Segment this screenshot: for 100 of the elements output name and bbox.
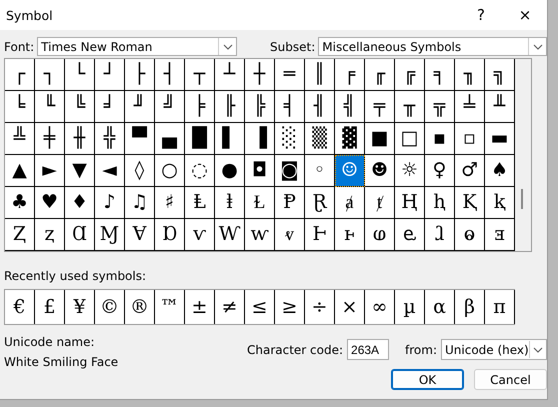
symbol-cell[interactable]: ╔ [395, 59, 425, 91]
symbol-cell[interactable]: ╛ [95, 91, 125, 123]
symbol-cell[interactable]: ┴ [215, 59, 245, 91]
symbol-cell[interactable]: ╤ [365, 91, 395, 123]
symbol-cell[interactable]: ▓ [335, 123, 365, 155]
symbol-cell[interactable]: Ⱨ [395, 187, 425, 219]
symbol-cell[interactable]: ╧ [455, 91, 485, 123]
symbol-cell[interactable]: █ [185, 123, 215, 155]
symbol-cell[interactable]: □ [395, 123, 425, 155]
symbol-cell[interactable]: ╓ [365, 59, 395, 91]
symbol-cell[interactable]: ☺ [335, 155, 365, 187]
symbol-cell[interactable]: ► [35, 155, 65, 187]
symbol-cell[interactable]: ♯ [155, 187, 185, 219]
symbol-cell[interactable]: ◦ [305, 155, 335, 187]
symbol-cell[interactable]: Ⱬ [5, 219, 35, 251]
symbol-cell[interactable]: Ɑ [65, 219, 95, 251]
symbol-cell[interactable]: ◄ [95, 155, 125, 187]
symbol-cell[interactable]: ▪ [425, 123, 455, 155]
symbol-cell[interactable]: ■ [365, 123, 395, 155]
symbol-cell[interactable]: ╜ [125, 91, 155, 123]
symbol-cell[interactable]: ▒ [305, 123, 335, 155]
symbol-cell[interactable]: ⱺ [455, 219, 485, 251]
symbol-cell[interactable]: Ɐ [125, 219, 155, 251]
symbol-cell[interactable]: ♠ [485, 155, 515, 187]
symbol-cell[interactable]: ╖ [455, 59, 485, 91]
symbol-cell[interactable]: ╣ [335, 91, 365, 123]
symbol-cell[interactable]: ╙ [35, 91, 65, 123]
from-dropdown[interactable]: Unicode (hex) [441, 339, 547, 360]
symbol-cell[interactable]: ☻ [365, 155, 395, 187]
dialog-button[interactable]: Cancel [474, 369, 547, 390]
symbol-cell[interactable]: ⱡ [215, 187, 245, 219]
dialog-button[interactable]: OK [391, 369, 464, 390]
symbol-cell[interactable]: ▲ [5, 155, 35, 187]
symbol-cell[interactable]: ● [215, 155, 245, 187]
symbol-cell[interactable]: Ɒ [155, 219, 185, 251]
symbol-cell[interactable]: ╦ [425, 91, 455, 123]
symbol-cell[interactable]: ═ [275, 59, 305, 91]
symbol-cell[interactable]: ┼ [245, 59, 275, 91]
symbol-cell[interactable]: ╕ [425, 59, 455, 91]
symbol-cell[interactable]: ⱹ [425, 219, 455, 251]
symbol-cell[interactable]: ⱱ [185, 219, 215, 251]
symbol-cell[interactable]: ┌ [5, 59, 35, 91]
symbol-cell[interactable]: ╗ [485, 59, 515, 91]
symbol-cell[interactable]: ╚ [65, 91, 95, 123]
symbol-cell[interactable]: ╢ [305, 91, 335, 123]
symbol-cell[interactable]: ▼ [65, 155, 95, 187]
subset-dropdown[interactable]: Miscellaneous Symbols [318, 37, 547, 56]
symbol-cell[interactable]: Ⱪ [455, 187, 485, 219]
symbol-cell[interactable]: ╞ [185, 91, 215, 123]
symbol-cell[interactable]: ⱳ [245, 219, 275, 251]
symbol-cell[interactable]: ⱦ [365, 187, 395, 219]
symbol-cell[interactable]: ◌ [185, 155, 215, 187]
symbol-cell[interactable]: ⱬ [35, 219, 65, 251]
symbol-cell[interactable]: ♀ [425, 155, 455, 187]
character-code-field[interactable]: 263A [347, 339, 390, 360]
symbol-cell[interactable]: ⱸ [395, 219, 425, 251]
help-button[interactable]: ? [459, 0, 503, 30]
symbol-cell[interactable]: ⱷ [365, 219, 395, 251]
symbol-cell[interactable]: ⱥ [335, 187, 365, 219]
symbol-cell[interactable]: ╫ [65, 123, 95, 155]
symbol-cell[interactable]: ╪ [35, 123, 65, 155]
symbol-cell[interactable]: ┬ [185, 59, 215, 91]
symbol-cell[interactable]: ╠ [245, 91, 275, 123]
symbol-cell[interactable]: ╬ [95, 123, 125, 155]
symbol-cell[interactable]: ┐ [35, 59, 65, 91]
symbol-cell[interactable]: ▫ [455, 123, 485, 155]
symbol-cell[interactable]: ▌ [215, 123, 245, 155]
symbol-cell[interactable]: ╨ [485, 91, 515, 123]
symbol-cell[interactable]: ◘ [245, 155, 275, 187]
symbol-cell[interactable]: ▬ [485, 123, 515, 155]
scrollbar[interactable] [515, 58, 532, 252]
symbol-cell[interactable]: ◙ [275, 155, 305, 187]
symbol-cell[interactable]: ┤ [155, 59, 185, 91]
symbol-cell[interactable]: ╥ [395, 91, 425, 123]
symbol-cell[interactable]: ♣ [5, 187, 35, 219]
symbol-cell[interactable]: ╟ [215, 91, 245, 123]
close-button[interactable]: × [503, 0, 547, 30]
symbol-cell[interactable]: Ɱ [95, 219, 125, 251]
symbol-cell[interactable]: Ⱳ [215, 219, 245, 251]
symbol-cell[interactable]: ╝ [155, 91, 185, 123]
symbol-cell[interactable]: ♦ [65, 187, 95, 219]
symbol-cell[interactable]: Ɽ [305, 187, 335, 219]
symbol-cell[interactable]: ▀ [125, 123, 155, 155]
font-dropdown[interactable]: Times New Roman [37, 37, 238, 56]
symbol-cell[interactable]: Ⱶ [305, 219, 335, 251]
symbol-cell[interactable]: ├ [125, 59, 155, 91]
symbol-cell[interactable]: ⱶ [335, 219, 365, 251]
symbol-cell[interactable]: ╡ [275, 91, 305, 123]
symbol-cell[interactable]: ◊ [125, 155, 155, 187]
symbol-cell[interactable]: ▄ [155, 123, 185, 155]
symbol-cell[interactable]: ♂ [455, 155, 485, 187]
symbol-cell[interactable]: ⱨ [425, 187, 455, 219]
symbol-cell[interactable]: ⱪ [485, 187, 515, 219]
symbol-cell[interactable]: ☼ [395, 155, 425, 187]
symbol-cell[interactable]: ⱻ [485, 219, 515, 251]
symbol-cell[interactable]: ┘ [95, 59, 125, 91]
symbol-cell[interactable]: ♥ [35, 187, 65, 219]
symbol-cell[interactable]: ░ [275, 123, 305, 155]
symbol-cell[interactable]: ╘ [5, 91, 35, 123]
symbol-cell[interactable]: ⱴ [275, 219, 305, 251]
